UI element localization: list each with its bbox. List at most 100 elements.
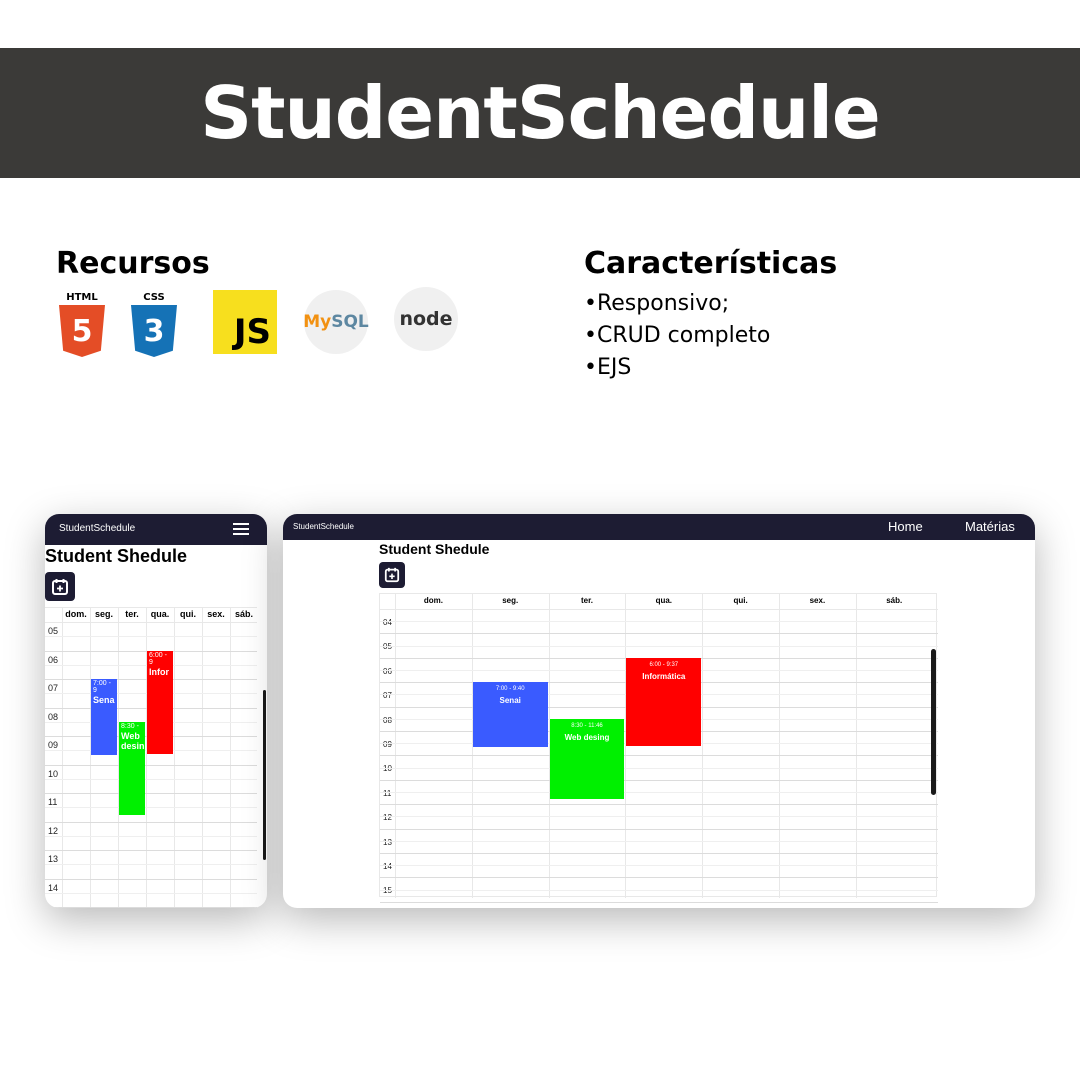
event-time: 8:30 - 11:46 <box>571 722 603 729</box>
grid-row-line <box>380 877 938 879</box>
day-header: sex. <box>207 609 225 619</box>
grid-row-line <box>380 804 938 806</box>
feature-item: •Responsivo; <box>584 291 730 316</box>
grid-row-line <box>45 864 257 866</box>
hour-label: 08 <box>48 711 59 722</box>
grid-row-line <box>380 792 938 793</box>
desktop-mockup: StudentSchedule Home Matérias Student Sh… <box>283 514 1035 908</box>
grid-row-line <box>380 779 938 781</box>
day-header: seg. <box>502 596 519 605</box>
day-header: sex. <box>809 596 826 605</box>
calendar-grid: dom. seg. ter. qua. qui. sex. sáb. 05 06 07 08 09 10… <box>45 607 257 908</box>
grid-row-line <box>45 892 257 894</box>
recursos-heading: Recursos <box>56 246 210 281</box>
event-time: 6:00 - 9:37 <box>649 661 679 668</box>
hour-label: 12 <box>383 813 392 823</box>
grid-row-line <box>45 850 257 851</box>
hour-label: 13 <box>48 854 59 864</box>
schedule-event[interactable]: 6:00 - 9 Infor <box>147 650 173 754</box>
mysql-logo: MySQL <box>303 290 369 354</box>
grid-row-line <box>380 865 938 867</box>
navbar: StudentSchedule Home Matérias <box>283 514 1035 540</box>
grid-row-line <box>45 878 257 880</box>
day-header: dom. <box>65 609 87 619</box>
day-header: qui. <box>180 609 196 619</box>
calendar-plus-icon <box>384 567 400 583</box>
event-name: Infor <box>149 666 169 677</box>
calendar-plus-icon <box>52 578 68 595</box>
grid-row-line <box>45 778 257 780</box>
hour-label: 10 <box>48 768 59 779</box>
grid-row-line <box>380 828 938 830</box>
event-name: Sena <box>93 695 115 705</box>
grid-row-line <box>380 853 938 854</box>
schedule-event[interactable]: 6:00 - 9:37 Informática <box>626 657 702 747</box>
hour-label: 05 <box>48 626 59 636</box>
hour-label: 06 <box>383 666 392 676</box>
day-header: ter. <box>580 596 593 605</box>
day-header: sáb. <box>234 609 253 619</box>
day-header: sáb. <box>886 596 903 605</box>
grid-row-line <box>380 889 938 891</box>
day-header: dom. <box>423 596 443 605</box>
schedule-event[interactable]: 8:30 - Web desin <box>119 721 145 815</box>
hour-label: 10 <box>383 764 392 774</box>
nav-brand[interactable]: StudentSchedule <box>293 522 354 531</box>
hour-label: 11 <box>48 797 58 807</box>
nodejs-logo: node <box>394 287 458 351</box>
day-header: ter. <box>125 609 139 619</box>
hour-label: 07 <box>48 683 59 693</box>
schedule-event[interactable]: 8:30 - 11:46 Web desing <box>549 718 625 799</box>
grid-header-divider <box>45 622 257 623</box>
grid-row-line <box>45 821 257 823</box>
grid-row-line <box>380 840 938 842</box>
calendar-grid: dom. seg. ter. qua. qui. sex. sáb. 04 05 06 07 08 09… <box>379 593 938 903</box>
hour-label: 04 <box>383 618 392 627</box>
schedule-title: Student Shedule <box>379 541 490 557</box>
schedule-event[interactable]: 7:00 - 9:40 Senai <box>472 682 548 748</box>
grid-row-line <box>45 793 257 794</box>
event-time: 7:00 - 9 <box>93 680 111 694</box>
event-name: Informática <box>642 671 686 681</box>
event-time: 8:30 - <box>121 722 139 730</box>
schedule-event[interactable]: 7:00 - 9 Sena <box>91 679 117 756</box>
hour-label: 14 <box>48 882 59 893</box>
hour-label: 13 <box>383 837 392 847</box>
nav-home-link[interactable]: Home <box>888 519 923 534</box>
hour-label: 05 <box>383 642 392 652</box>
caracteristicas-heading: Características <box>584 246 838 281</box>
add-event-button[interactable] <box>45 572 75 601</box>
javascript-logo: JS <box>213 290 277 354</box>
scrollbar[interactable] <box>931 649 936 795</box>
hour-label: 12 <box>48 825 59 836</box>
event-time: 7:00 - 9:40 <box>495 686 525 693</box>
grid-column-divider <box>62 608 63 908</box>
add-event-button[interactable] <box>379 562 405 588</box>
hour-label: 09 <box>48 740 59 750</box>
feature-item: •EJS <box>584 355 632 380</box>
hamburger-menu-icon[interactable] <box>233 523 249 535</box>
grid-column-divider <box>174 608 175 908</box>
grid-row-line <box>380 901 938 903</box>
scrollbar[interactable] <box>263 690 266 860</box>
day-header: qua. <box>150 609 170 619</box>
grid-row-line <box>45 835 257 837</box>
grid-row-line <box>380 633 938 635</box>
grid-row-line <box>380 755 938 757</box>
hour-label: 07 <box>383 691 392 701</box>
day-header: qui. <box>733 596 748 605</box>
navbar: StudentSchedule <box>45 514 267 545</box>
grid-row-line <box>45 636 257 638</box>
grid-column-divider <box>90 608 91 908</box>
hour-label: 06 <box>48 654 59 665</box>
grid-row-line <box>380 816 938 818</box>
schedule-title: Student Shedule <box>45 546 188 566</box>
event-name: Senai <box>499 696 521 706</box>
event-name: Web desin <box>121 730 145 751</box>
title-banner: StudentSchedule <box>0 48 1080 178</box>
nav-materias-link[interactable]: Matérias <box>965 519 1015 534</box>
nav-brand[interactable]: StudentSchedule <box>59 523 135 534</box>
grid-row-line <box>45 807 257 809</box>
feature-item: •CRUD completo <box>584 323 771 348</box>
hour-label: 11 <box>383 788 392 798</box>
